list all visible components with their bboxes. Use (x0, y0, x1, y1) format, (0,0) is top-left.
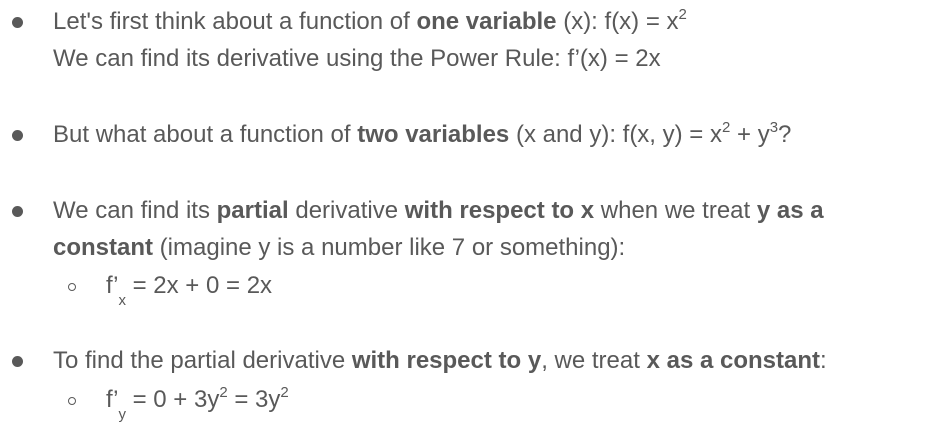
bullet-2-line-1: But what about a function of two variabl… (53, 119, 792, 148)
bullet-3-line-2: constant (imagine y is a number like 7 o… (53, 234, 626, 261)
bullet-3-line-1: We can find its partial derivative with … (53, 197, 824, 224)
bullet-4 (12, 356, 23, 367)
partial-x-formula: f’x = 2x + 0 = 2x (106, 272, 273, 309)
bullet-4-line-1: To find the partial derivative with resp… (53, 347, 827, 374)
emphasis-y-as-a: y as a (756, 197, 824, 224)
bullet-1-line-2: We can find its derivative using the Pow… (53, 45, 661, 72)
emphasis-partial: partial (216, 197, 289, 224)
emphasis-one-variable: one variable (416, 8, 557, 35)
emphasis-two-variables: two variables (357, 121, 510, 148)
emphasis-wrt-x: with respect to x (404, 197, 595, 224)
bullet-1-line-1: Let's first think about a function of on… (53, 6, 687, 35)
bullet-2 (12, 130, 23, 141)
bullet-1 (12, 17, 23, 28)
bullet-3 (12, 206, 23, 217)
emphasis-wrt-y: with respect to y (351, 347, 542, 374)
sub-bullet-x (68, 283, 76, 291)
emphasis-x-as-constant: x as a constant (646, 347, 820, 374)
emphasis-constant: constant (53, 234, 154, 261)
partial-y-formula: f’y = 0 + 3y2 = 3y2 (106, 384, 289, 423)
sub-bullet-y (68, 397, 76, 405)
